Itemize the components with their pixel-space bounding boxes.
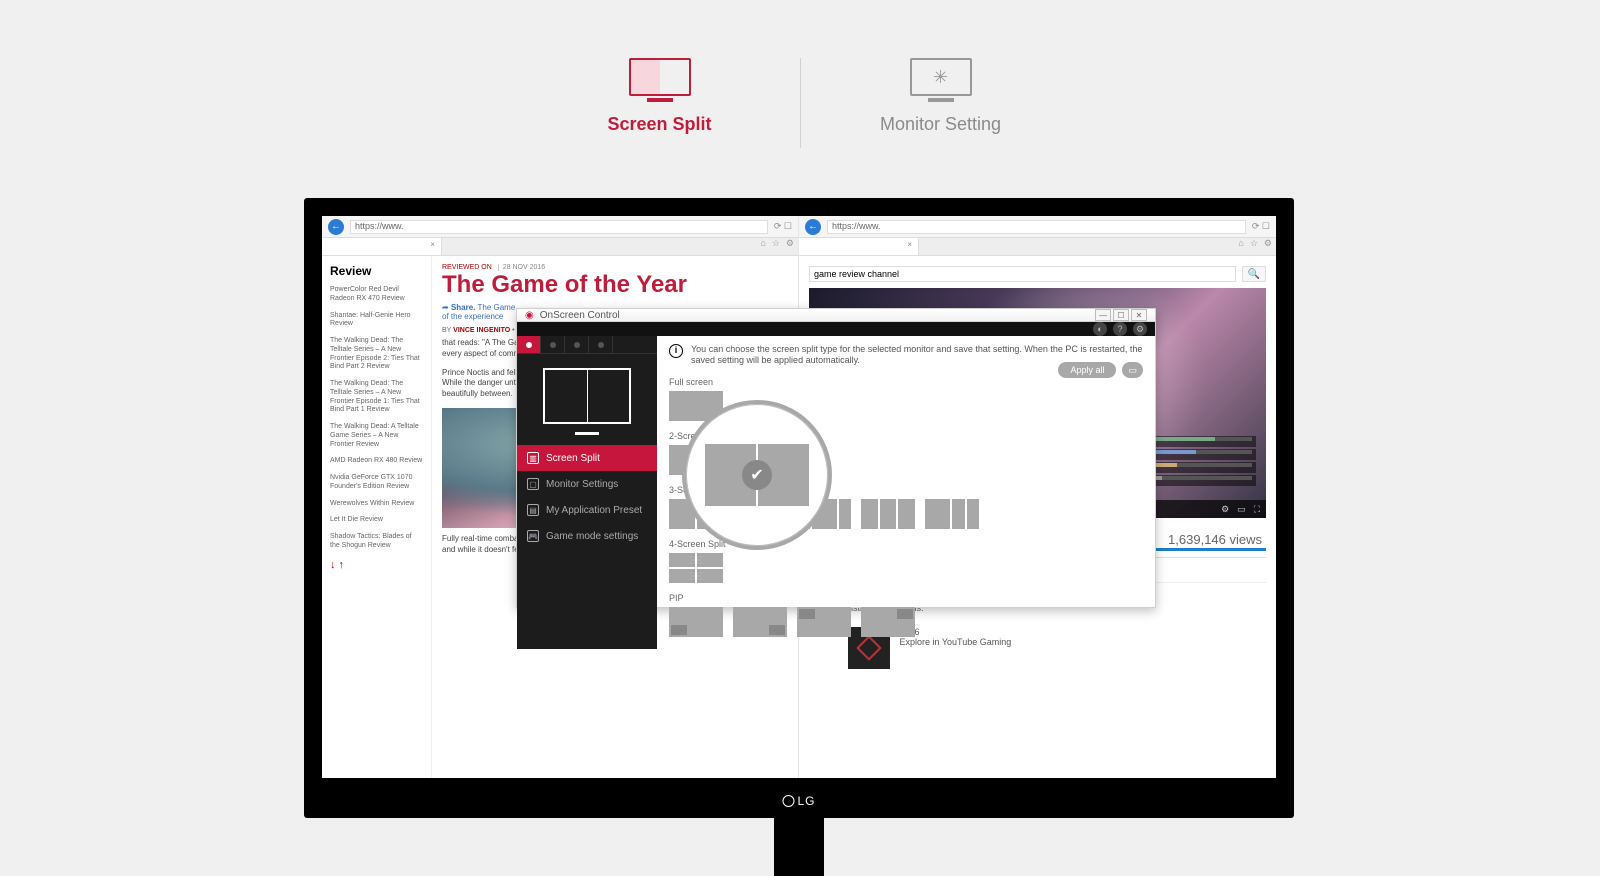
feature-tabs: Screen Split ✳ Monitor Setting xyxy=(0,0,1600,148)
sidebar-heading: Review xyxy=(330,264,423,278)
osc-blackbar: ◐ ? ⚙ xyxy=(517,322,1155,336)
review-sidebar: Review PowerColor Red Devil Radeon RX 47… xyxy=(322,256,432,778)
osc-monitor-tabs xyxy=(517,336,657,354)
preset-icon: ▤ xyxy=(527,504,539,516)
sidebar-link[interactable]: The Walking Dead: The Telltale Series – … xyxy=(330,380,423,415)
monitor-icon: ▢ xyxy=(527,478,539,490)
osc-preview-stand xyxy=(575,432,599,435)
osc-info-icon[interactable]: ? xyxy=(1113,322,1127,336)
sidebar-link[interactable]: The Walking Dead: A Telltale Game Series… xyxy=(330,423,423,449)
sidebar-link[interactable]: PowerColor Red Devil Radeon RX 470 Revie… xyxy=(330,286,423,304)
layout-4-split[interactable] xyxy=(669,553,723,583)
layout-3-split-e[interactable] xyxy=(925,499,979,529)
osc-menu-monitor-settings[interactable]: ▢Monitor Settings xyxy=(517,471,657,497)
tab-label: Screen Split xyxy=(520,114,800,135)
gamepad-icon: 🎮 xyxy=(527,530,539,542)
maximize-button[interactable]: ☐ xyxy=(1113,309,1129,321)
monitor-stand xyxy=(774,818,824,876)
browser-toolbar: ← https://www. ⟳ ☐ xyxy=(322,216,798,238)
browser-tab[interactable]: × xyxy=(322,238,442,255)
onscreen-control-window: ◉ OnScreen Control — ☐ ✕ ◐ ? ⚙ ▥Screen S… xyxy=(516,308,1156,608)
layout-pip-2[interactable] xyxy=(733,607,787,637)
sidebar-link[interactable]: AMD Radeon RX 480 Review xyxy=(330,457,423,466)
sidebar-link[interactable]: Shantae: Half-Genie Hero Review xyxy=(330,312,423,330)
layout-3-split-d[interactable] xyxy=(861,499,915,529)
osc-tab-monitor-4[interactable] xyxy=(589,336,613,353)
layout-pip-1[interactable] xyxy=(669,607,723,637)
close-button[interactable]: ✕ xyxy=(1131,309,1147,321)
osc-monitor-preview xyxy=(543,368,631,424)
sidebar-link[interactable]: The Walking Dead: The Telltale Series – … xyxy=(330,337,423,372)
osc-tab-monitor-1[interactable] xyxy=(517,336,541,353)
osc-menu: ▥Screen Split ▢Monitor Settings ▤My Appl… xyxy=(517,445,657,549)
section-full: Full screen xyxy=(669,377,1143,387)
fullscreen-icon[interactable]: ⛶ xyxy=(1254,504,1260,515)
apply-current-button[interactable]: ▭ xyxy=(1122,362,1143,378)
settings-icon[interactable]: ⚙ xyxy=(1221,504,1229,515)
section-pip: PIP xyxy=(669,593,1143,603)
osc-settings-icon[interactable]: ⚙ xyxy=(1133,322,1147,336)
osc-tab-monitor-3[interactable] xyxy=(565,336,589,353)
osc-sidebar: ▥Screen Split ▢Monitor Settings ▤My Appl… xyxy=(517,336,657,649)
info-icon: i xyxy=(669,344,683,358)
layout-pip-4[interactable] xyxy=(861,607,915,637)
checkmark-icon: ✔ xyxy=(742,460,772,490)
search-button[interactable]: 🔍 xyxy=(1242,266,1266,282)
browser-tabstrip: × ⌂☆⚙ xyxy=(799,238,1276,256)
review-meta: REVIEWED ON 28 NOV 2016 xyxy=(442,264,788,271)
osc-menu-game-mode[interactable]: 🎮Game mode settings xyxy=(517,523,657,549)
article-title: The Game of the Year xyxy=(442,273,788,297)
osc-menu-app-preset[interactable]: ▤My Application Preset xyxy=(517,497,657,523)
sidebar-link[interactable]: Let It Die Review xyxy=(330,516,423,525)
address-bar[interactable]: https://www. xyxy=(827,220,1246,234)
theater-icon[interactable]: ▭ xyxy=(1237,504,1246,515)
views-underline xyxy=(1146,548,1266,551)
sidebar-link[interactable]: Nvidia GeForce GTX 1070 Founder's Editio… xyxy=(330,474,423,492)
magnifier-callout: ✔ xyxy=(682,400,832,550)
lg-logo-icon xyxy=(782,795,794,807)
monitor-setting-icon: ✳ xyxy=(910,58,972,100)
osc-help-icon[interactable]: ◐ xyxy=(1093,322,1107,336)
screen-split-icon xyxy=(629,58,691,100)
osc-title: OnScreen Control xyxy=(540,310,620,321)
browser-toolbar: ← https://www. ⟳ ☐ xyxy=(799,216,1276,238)
sidebar-link[interactable]: Shadow Tactics: Blades of the Shogun Rev… xyxy=(330,533,423,551)
browser-tabstrip: × ⌂☆⚙ xyxy=(322,238,798,256)
search-input[interactable] xyxy=(809,266,1236,282)
search-row: 🔍 xyxy=(809,266,1266,282)
tab-label: Monitor Setting xyxy=(801,114,1081,135)
monitor-brand: LG xyxy=(782,794,815,808)
osc-titlebar[interactable]: ◉ OnScreen Control — ☐ ✕ xyxy=(517,309,1155,322)
sidebar-nav-arrows[interactable]: ↓ ↑ xyxy=(330,559,423,571)
addr-controls[interactable]: ⟳ ☐ xyxy=(774,221,792,232)
addr-controls[interactable]: ⟳ ☐ xyxy=(1252,221,1270,232)
browser-tab[interactable]: × xyxy=(799,238,919,255)
split-icon: ▥ xyxy=(527,452,539,464)
minimize-button[interactable]: — xyxy=(1095,309,1111,321)
osc-app-icon: ◉ xyxy=(525,310,534,321)
window-controls[interactable]: ⌂☆⚙ xyxy=(756,238,798,255)
address-bar[interactable]: https://www. xyxy=(350,220,768,234)
apply-all-button[interactable]: Apply all xyxy=(1058,362,1116,378)
layout-pip-3[interactable] xyxy=(797,607,851,637)
osc-menu-screen-split[interactable]: ▥Screen Split xyxy=(517,445,657,471)
tab-monitor-setting[interactable]: ✳ Monitor Setting xyxy=(801,58,1081,135)
window-controls[interactable]: ⌂☆⚙ xyxy=(1234,238,1276,255)
osc-tab-monitor-2[interactable] xyxy=(541,336,565,353)
back-button[interactable]: ← xyxy=(805,219,821,235)
back-button[interactable]: ← xyxy=(328,219,344,235)
tab-screen-split[interactable]: Screen Split xyxy=(520,58,800,135)
sidebar-link[interactable]: Werewolves Within Review xyxy=(330,500,423,509)
